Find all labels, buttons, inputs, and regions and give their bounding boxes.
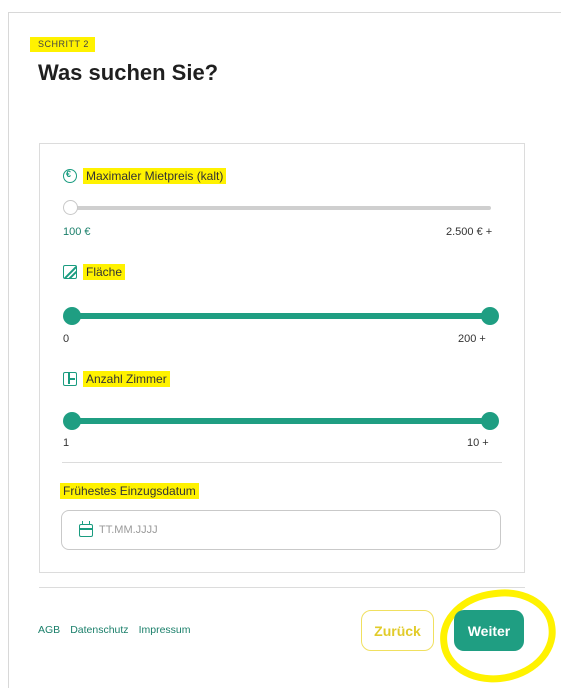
footer-divider — [39, 587, 525, 588]
rooms-slider-track[interactable] — [71, 418, 491, 424]
area-label: Fläche — [83, 264, 126, 280]
area-icon — [63, 265, 77, 279]
rent-slider-track[interactable] — [71, 206, 491, 210]
area-min-value: 0 — [63, 333, 70, 345]
area-label-row: Fläche — [63, 264, 126, 280]
page-title: Was suchen Sie? — [38, 60, 219, 85]
move-in-label: Frühestes Einzugsdatum — [60, 483, 199, 499]
area-slider-max-thumb[interactable] — [481, 307, 499, 325]
form-divider — [62, 462, 502, 463]
back-button[interactable]: Zurück — [361, 610, 434, 651]
footer-links: AGB Datenschutz Impressum — [38, 624, 191, 636]
next-button[interactable]: Weiter — [454, 610, 524, 651]
area-slider-min-thumb[interactable] — [63, 307, 81, 325]
move-in-label-text: Frühestes Einzugsdatum — [60, 483, 199, 499]
rent-label-row: Maximaler Mietpreis (kalt) — [63, 168, 227, 184]
rooms-slider-min-thumb[interactable] — [63, 412, 81, 430]
calendar-icon — [79, 521, 93, 537]
rooms-label: Anzahl Zimmer — [83, 371, 170, 387]
step-indicator: SCHRITT 2 — [30, 37, 95, 52]
area-slider-track[interactable] — [71, 313, 491, 319]
rent-label: Maximaler Mietpreis (kalt) — [83, 168, 227, 184]
rent-max-value: 2.500 € + — [446, 226, 493, 238]
privacy-link[interactable]: Datenschutz — [70, 624, 128, 636]
euro-icon — [63, 169, 77, 183]
rent-min-value: 100 € — [63, 226, 91, 238]
agb-link[interactable]: AGB — [38, 624, 60, 636]
rooms-min-value: 1 — [63, 437, 70, 449]
rent-slider-thumb[interactable] — [63, 200, 78, 215]
rooms-max-value: 10 + — [467, 437, 489, 449]
rooms-slider-max-thumb[interactable] — [481, 412, 499, 430]
move-in-date-input[interactable]: TT.MM.JJJJ — [61, 510, 501, 550]
rooms-icon — [63, 372, 77, 386]
imprint-link[interactable]: Impressum — [139, 624, 191, 636]
date-placeholder: TT.MM.JJJJ — [99, 524, 158, 536]
rooms-label-row: Anzahl Zimmer — [63, 371, 170, 387]
area-max-value: 200 + — [458, 333, 486, 345]
